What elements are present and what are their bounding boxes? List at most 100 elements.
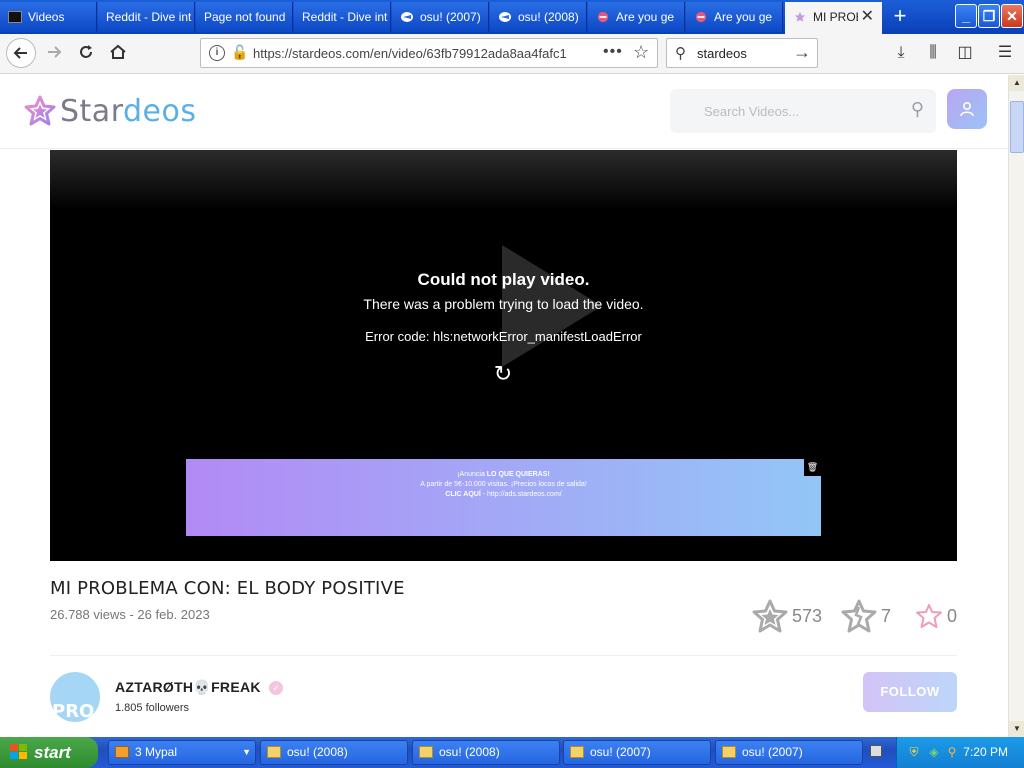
- window-icon: [267, 746, 281, 758]
- search-icon[interactable]: ⚲: [911, 99, 924, 120]
- back-button[interactable]: [6, 38, 36, 68]
- scroll-down-arrow-icon[interactable]: ▼: [1009, 721, 1024, 737]
- tab-page-not-found[interactable]: Page not found: [196, 2, 293, 32]
- tab-label: Are you ge: [616, 10, 675, 24]
- browser-toolbar: i 🔓 https://stardeos.com/en/video/63fb79…: [0, 34, 1024, 74]
- back-arrow-icon: [13, 47, 27, 59]
- site-header: Stardeos Search Videos... ⚲: [0, 75, 1008, 149]
- keyboard-icon[interactable]: [870, 745, 882, 757]
- window-icon: [570, 746, 584, 758]
- reload-button[interactable]: [72, 40, 100, 68]
- channel-name[interactable]: AZTARØTH💀FREAK: [115, 679, 261, 696]
- user-icon: [960, 101, 974, 117]
- mypal-icon: [115, 746, 129, 758]
- ad-line-1: ¡Anuncia LO QUE QUIERAS!: [457, 471, 550, 478]
- browser-tab-strip: Videos Reddit - Dive int Page not found …: [0, 0, 1024, 34]
- lock-warning-icon[interactable]: 🔓: [231, 44, 248, 61]
- tab-videos[interactable]: Videos: [0, 2, 97, 32]
- taskbar-item-osu-2008-b[interactable]: osu! (2008): [412, 740, 560, 765]
- star-like-icon: [752, 599, 788, 633]
- favorite-button[interactable]: 0: [915, 598, 957, 634]
- follow-button[interactable]: FOLLOW: [863, 672, 957, 712]
- scroll-up-arrow-icon[interactable]: ▲: [1009, 75, 1024, 91]
- tab-are-you-1[interactable]: Are you ge: [588, 2, 685, 32]
- restore-button[interactable]: ❐: [978, 4, 1000, 28]
- info-icon[interactable]: i: [209, 45, 225, 61]
- taskbar-item-osu-2008-a[interactable]: osu! (2008): [260, 740, 408, 765]
- user-account-button[interactable]: [947, 89, 987, 129]
- tab-reddit-1[interactable]: Reddit - Dive int: [98, 2, 195, 32]
- web-page: Stardeos Search Videos... ⚲ Could not pl…: [0, 75, 1008, 737]
- url-text[interactable]: https://stardeos.com/en/video/63fb79912a…: [253, 46, 593, 61]
- home-icon: [110, 44, 126, 59]
- ad-line-3: CLIC AQUÍ - http://ads.stardeos.com/: [445, 491, 562, 498]
- tab-reddit-2[interactable]: Reddit - Dive int: [294, 2, 391, 32]
- security-shield-icon[interactable]: ⛨: [907, 745, 921, 759]
- taskbar-item-osu-2007-b[interactable]: osu! (2007): [715, 740, 863, 765]
- video-player[interactable]: Could not play video. There was a proble…: [50, 150, 957, 561]
- sidebar-button[interactable]: ◫: [954, 42, 976, 64]
- forward-button[interactable]: [40, 40, 68, 68]
- tab-osu-2007[interactable]: osu! (2007): [392, 2, 489, 32]
- verified-badge-icon: ✓: [269, 681, 283, 695]
- close-icon: ✕: [1006, 8, 1018, 24]
- ad-banner[interactable]: ¡Anuncia LO QUE QUIERAS! A partir de 5€-…: [186, 459, 821, 536]
- library-button[interactable]: ⫼: [922, 42, 944, 64]
- search-go-arrow-icon[interactable]: →: [793, 42, 811, 63]
- tab-stardeos-active[interactable]: MI PROB ✕: [785, 2, 882, 34]
- minimize-button[interactable]: _: [955, 4, 977, 28]
- url-bar[interactable]: i 🔓 https://stardeos.com/en/video/63fb79…: [200, 38, 658, 68]
- scroll-thumb[interactable]: [1010, 101, 1024, 153]
- home-button[interactable]: [104, 40, 132, 68]
- close-tab-icon[interactable]: ✕: [861, 2, 874, 32]
- minimize-icon: _: [962, 8, 970, 24]
- channel-avatar[interactable]: PRO: [50, 672, 100, 722]
- reload-icon: [80, 45, 92, 58]
- network-icon[interactable]: ◈: [927, 745, 941, 759]
- stardeos-logo[interactable]: Stardeos: [24, 93, 196, 129]
- clock: 7:20 PM: [963, 745, 1008, 759]
- dislike-button[interactable]: 7: [841, 598, 891, 634]
- tab-label: Page not found: [204, 10, 286, 24]
- video-title: MI PROBLEMA CON: EL BODY POSITIVE: [50, 578, 405, 599]
- video-icon: [8, 11, 22, 23]
- close-window-button[interactable]: ✕: [1001, 4, 1023, 28]
- page-scrollbar[interactable]: ▲ ▼: [1008, 75, 1024, 737]
- search-tray-icon[interactable]: ⚲: [945, 745, 959, 759]
- tab-label: osu! (2007): [420, 10, 481, 24]
- task-label: osu! (2008): [287, 745, 348, 759]
- ad-delete-trash-icon[interactable]: 🗑: [804, 459, 821, 476]
- player-top-gradient: [50, 150, 957, 210]
- restore-icon: ❐: [982, 8, 996, 24]
- retry-reload-icon[interactable]: ↻: [491, 362, 515, 386]
- error-code: Error code: hls:networkError_manifestLoa…: [365, 329, 642, 344]
- stardeos-star-icon: [24, 95, 56, 126]
- new-tab-button[interactable]: +: [888, 4, 912, 28]
- osu-icon: [401, 12, 413, 22]
- system-tray: ⛨ ◈ ⚲ 7:20 PM: [896, 737, 1024, 768]
- forward-arrow-icon: [48, 46, 62, 58]
- downloads-button[interactable]: ⤓: [890, 42, 912, 64]
- start-button[interactable]: start: [0, 737, 98, 768]
- like-button[interactable]: 573: [752, 598, 822, 634]
- bookmark-star-icon[interactable]: ☆: [633, 42, 649, 63]
- taskbar-item-osu-2007-a[interactable]: osu! (2007): [563, 740, 711, 765]
- taskbar-item-mypal[interactable]: 3 Mypal ▼: [108, 740, 256, 765]
- favorite-count: 0: [947, 605, 958, 626]
- like-count: 573: [792, 605, 823, 626]
- ad-line-2: A partir de 5€-10.000 visitas. ¡Precios …: [420, 481, 587, 488]
- tab-osu-2008[interactable]: osu! (2008): [490, 2, 587, 32]
- search-input[interactable]: stardeos: [697, 46, 747, 61]
- windows-taskbar: start 3 Mypal ▼ osu! (2008) osu! (2008) …: [0, 737, 1024, 768]
- dropdown-arrow-icon: ▼: [242, 747, 251, 757]
- folder-icon: [722, 746, 736, 758]
- start-label: start: [34, 743, 71, 762]
- menu-button[interactable]: ☰: [994, 42, 1016, 64]
- logo-text: Stardeos: [60, 93, 197, 129]
- tab-are-you-2[interactable]: Are you ge: [686, 2, 783, 32]
- site-icon: [695, 11, 707, 23]
- search-bar[interactable]: ⚲ stardeos →: [666, 38, 818, 68]
- site-search-input[interactable]: Search Videos... ⚲: [670, 89, 936, 133]
- page-actions-icon[interactable]: •••: [603, 43, 623, 61]
- task-label: osu! (2008): [439, 745, 500, 759]
